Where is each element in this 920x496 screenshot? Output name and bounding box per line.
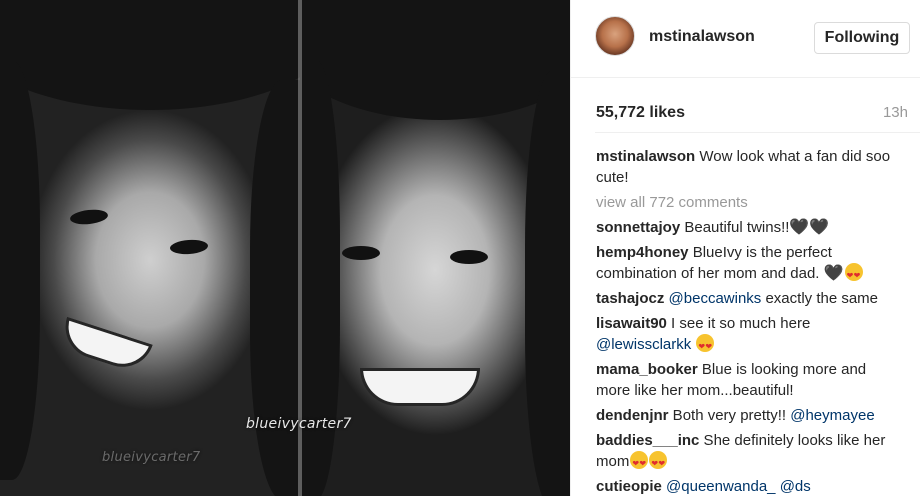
comment-item: mama_booker Blue is looking more and mor… bbox=[596, 359, 896, 401]
comment-item: tashajocz @beccawinks exactly the same bbox=[596, 288, 896, 309]
comment-text: Beautiful twins!! bbox=[680, 219, 790, 236]
black-heart-icon: 🖤 bbox=[823, 265, 844, 282]
photo-watermark-faint: blueivycarter7 bbox=[102, 450, 201, 465]
comment-item: sonnettajoy Beautiful twins!!🖤🖤 bbox=[596, 217, 896, 238]
comment-username[interactable]: mama_booker bbox=[596, 361, 698, 378]
like-count[interactable]: 55,772 likes bbox=[596, 104, 685, 122]
comment-item: baddies___inc She definitely looks like … bbox=[596, 430, 896, 474]
comment-item: cutieopie @queenwanda_ @ds bbox=[596, 476, 896, 496]
heart-eyes-emoji-icon bbox=[844, 263, 863, 286]
heart-eyes-emoji-icon bbox=[649, 451, 668, 474]
comment-item: hemp4honey BlueIvy is the perfect combin… bbox=[596, 242, 896, 286]
caption: mstinalawson Wow look what a fan did soo… bbox=[596, 146, 896, 188]
following-button[interactable]: Following bbox=[814, 22, 910, 54]
comment-username[interactable]: tashajocz bbox=[596, 290, 664, 307]
post-photo[interactable]: blueivycarter7 blueivycarter7 bbox=[0, 0, 570, 496]
comment-list: mstinalawson Wow look what a fan did soo… bbox=[596, 146, 896, 496]
comment-mention[interactable]: @queenwanda_ bbox=[666, 478, 775, 495]
comment-username[interactable]: sonnettajoy bbox=[596, 219, 680, 236]
comment-username[interactable]: lisawait90 bbox=[596, 315, 667, 332]
comment-mention[interactable]: @heymayee bbox=[790, 407, 874, 424]
post-header: mstinalawson Following bbox=[571, 0, 920, 78]
avatar[interactable] bbox=[595, 16, 635, 56]
comment-mention[interactable]: @ds bbox=[780, 478, 811, 495]
comment-item: dendenjnr Both very pretty!! @heymayee bbox=[596, 405, 896, 426]
comment-text: I see it so much here bbox=[666, 315, 811, 332]
post-time[interactable]: 13h bbox=[883, 104, 908, 121]
heart-eyes-emoji-icon bbox=[630, 451, 649, 474]
post-sidebar: mstinalawson Following 55,772 likes 13h … bbox=[570, 0, 920, 496]
caption-username[interactable]: mstinalawson bbox=[596, 148, 695, 165]
comment-username[interactable]: baddies___inc bbox=[596, 432, 699, 449]
comment-username[interactable]: cutieopie bbox=[596, 478, 662, 495]
comment-text: exactly the same bbox=[761, 290, 879, 307]
heart-eyes-emoji-icon bbox=[696, 334, 715, 357]
comment-username[interactable]: dendenjnr bbox=[596, 407, 669, 424]
comment-text: Both very pretty!! bbox=[668, 407, 791, 424]
black-heart-icon: 🖤🖤 bbox=[789, 219, 830, 236]
divider bbox=[595, 132, 920, 133]
view-all-comments-link[interactable]: view all 772 comments bbox=[596, 192, 896, 213]
comment-mention[interactable]: @beccawinks bbox=[669, 290, 762, 307]
comment-item: lisawait90 I see it so much here @lewiss… bbox=[596, 313, 896, 357]
photo-watermark: blueivycarter7 bbox=[246, 416, 352, 432]
comment-username[interactable]: hemp4honey bbox=[596, 244, 689, 261]
post-username[interactable]: mstinalawson bbox=[649, 28, 755, 46]
comment-mention[interactable]: @lewissclarkk bbox=[596, 336, 691, 353]
